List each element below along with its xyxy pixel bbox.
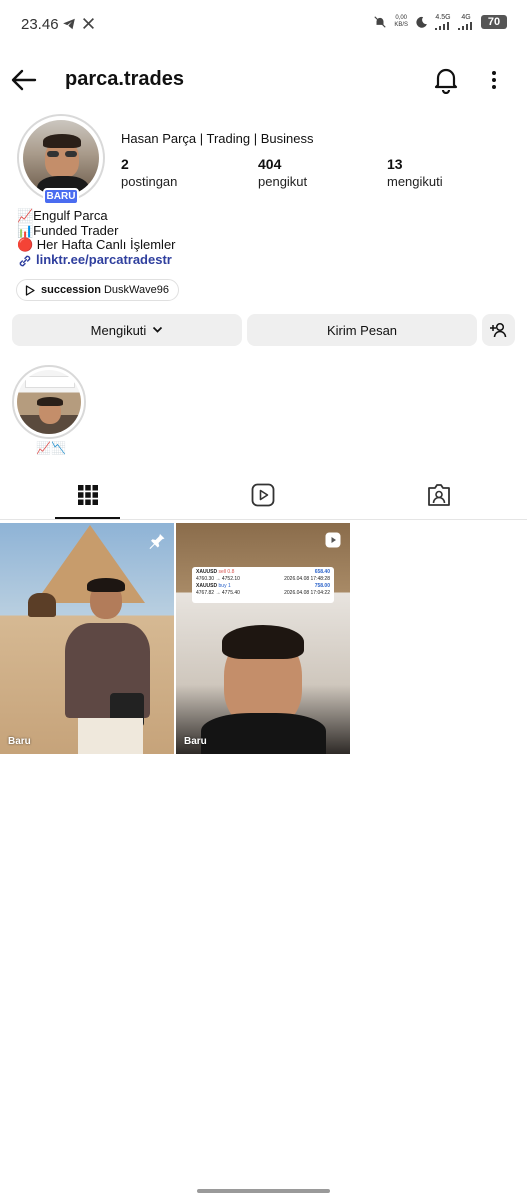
- profile-username: parca.trades: [65, 68, 184, 90]
- status-bar: 23.46 0,00 KB/S 4.5G 4G 70: [0, 0, 527, 50]
- profile-bio: 📈Engulf Parca 📊Funded Trader 🔴 Her Hafta…: [17, 208, 176, 269]
- trade-symbol: XAUUSD: [196, 583, 218, 589]
- trade-card: XAUUSD sell 0.8 658.40 4760.30 → 4752.10 2…: [192, 567, 334, 603]
- person-jacket: [201, 713, 326, 754]
- person-hair: [222, 625, 304, 659]
- post-label: Baru: [8, 736, 31, 747]
- bio-line: 🔴 Her Hafta Canlı İşlemler: [17, 237, 176, 252]
- home-indicator[interactable]: [197, 1189, 330, 1193]
- bio-line: 📈Engulf Parca: [17, 208, 108, 223]
- trade-time: 2026.04.08 17:48:28: [284, 576, 330, 582]
- profile-header: parca.trades: [0, 60, 527, 100]
- stat-label: postingan: [121, 174, 178, 189]
- music-artist: DuskWave96: [103, 284, 169, 296]
- suggested-users-button[interactable]: [482, 314, 515, 346]
- reels-icon: [251, 483, 275, 507]
- trade-symbol: XAUUSD: [196, 569, 218, 575]
- more-vertical-icon: [492, 71, 496, 89]
- post-label: Baru: [184, 736, 207, 747]
- trade-profit: 658.40: [314, 569, 330, 575]
- pin-icon: [149, 532, 165, 549]
- person-hair: [87, 578, 125, 592]
- person-pants: [78, 718, 143, 754]
- reel-play-icon: [325, 532, 341, 548]
- moon-icon: [416, 16, 427, 28]
- status-right-icons: 0,00 KB/S 4.5G 4G 70: [373, 14, 507, 30]
- display-name: Hasan Parça | Trading | Business: [121, 131, 314, 146]
- stat-value: 13: [387, 156, 403, 172]
- highlight-label: 📈📉: [36, 441, 66, 455]
- battery-indicator: 70: [481, 15, 507, 29]
- play-icon: [25, 284, 35, 296]
- stat-label: mengikuti: [387, 174, 443, 189]
- following-label: Mengikuti: [90, 322, 147, 338]
- stat-posts[interactable]: 2 postingan: [121, 156, 177, 189]
- trade-profit: 758.00: [314, 583, 330, 589]
- signal-4-5g: 4.5G: [435, 14, 451, 30]
- active-tab-indicator: [55, 517, 120, 519]
- tagged-icon: [428, 484, 450, 506]
- chevron-down-icon: [153, 326, 163, 333]
- back-button[interactable]: [10, 66, 38, 94]
- following-button[interactable]: Mengikuti: [12, 314, 242, 346]
- highlight-cover: [17, 370, 81, 434]
- bio-line: 📊Funded Trader: [17, 222, 119, 238]
- music-chip[interactable]: succession DuskWave96: [16, 279, 179, 301]
- music-title: succession: [41, 284, 101, 296]
- stat-label: pengikut: [258, 174, 308, 189]
- tab-tagged[interactable]: [426, 482, 452, 508]
- stat-value: 2: [121, 156, 129, 172]
- mute-bell-icon: [374, 16, 386, 28]
- bio-link[interactable]: linktr.ee/parcatradestr: [17, 253, 176, 269]
- trade-prices: 4760.30 → 4752.10: [196, 576, 240, 582]
- new-badge: BARU: [43, 188, 79, 205]
- trade-side: buy 1: [218, 583, 231, 589]
- send-message-label: Kirim Pesan: [326, 322, 398, 338]
- bio-link-text: linktr.ee/parcatradestr: [36, 252, 172, 268]
- signal-bars-icon: [458, 22, 472, 30]
- more-options-button[interactable]: [484, 66, 504, 94]
- add-person-icon: [489, 322, 506, 338]
- avatar-photo: [23, 120, 99, 196]
- grid-icon: [78, 485, 98, 505]
- signal-4g: 4G: [458, 14, 474, 30]
- story-highlight[interactable]: [12, 365, 86, 439]
- bell-icon: [434, 68, 458, 95]
- link-icon: [19, 255, 31, 266]
- x-logo-icon: [83, 18, 94, 29]
- tab-posts-grid[interactable]: [75, 482, 101, 508]
- stat-followers[interactable]: 404 pengikut: [258, 156, 307, 189]
- signal-bars-icon: [435, 22, 449, 30]
- trade-side: sell 0.8: [218, 569, 235, 575]
- profile-tabs: [0, 470, 527, 520]
- send-message-button[interactable]: Kirim Pesan: [247, 314, 477, 346]
- post-thumbnail[interactable]: XAUUSD sell 0.8 658.40 4760.30 → 4752.10 2…: [176, 523, 350, 754]
- trade-time: 2026.04.08 17:04:22: [284, 590, 330, 596]
- status-left-icons: [62, 17, 95, 31]
- notifications-button[interactable]: [433, 66, 459, 95]
- status-time: 23.46: [21, 16, 59, 33]
- stat-value: 404: [258, 156, 282, 172]
- network-speed: 0,00 KB/S: [394, 15, 408, 28]
- tab-reels[interactable]: [250, 482, 276, 508]
- back-arrow-icon: [11, 69, 37, 91]
- camel-shape: [28, 593, 56, 617]
- stat-following[interactable]: 13 mengikuti: [387, 156, 443, 189]
- telegram-icon: [63, 18, 75, 30]
- trade-prices: 4767.82 → 4775.40: [196, 590, 240, 596]
- post-thumbnail[interactable]: Baru: [0, 523, 174, 754]
